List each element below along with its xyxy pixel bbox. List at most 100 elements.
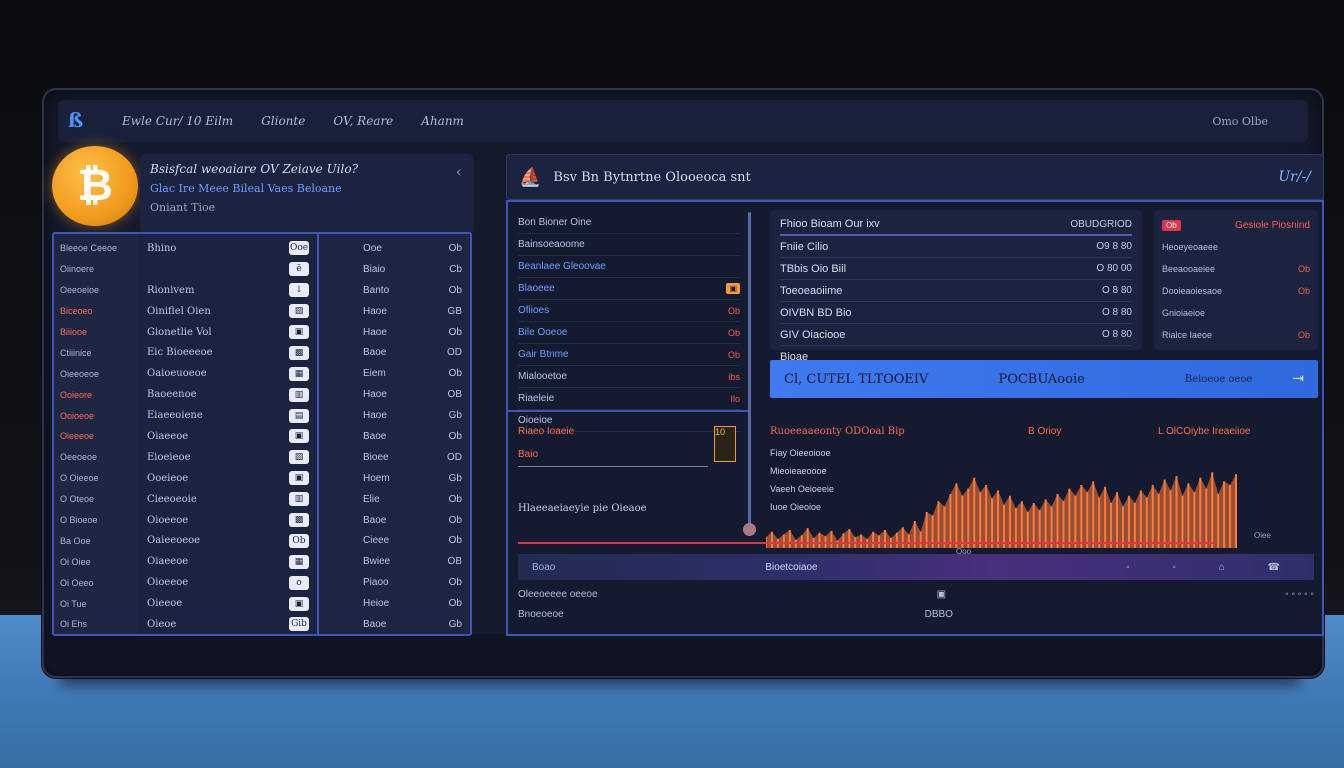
- table-row[interactable]: Banto Ob: [327, 280, 462, 301]
- cta-primary-label[interactable]: Cl, CUTEL TLTOOEIV: [784, 372, 928, 387]
- list-item[interactable]: Gnioiaeioe: [1162, 302, 1310, 324]
- collapse-chevron-icon[interactable]: ‹: [456, 162, 462, 181]
- list-item[interactable]: Bon Bioner Oine: [518, 212, 740, 234]
- table-row[interactable]: Oi Oiee: [60, 551, 133, 572]
- asset-icon[interactable]: ▩: [289, 345, 309, 360]
- nav-item-1[interactable]: Ewle Cur/ 10 Eilm: [122, 114, 233, 128]
- slider-knob[interactable]: [743, 523, 756, 536]
- table-row[interactable]: Gionetlie Vol ▣: [147, 322, 309, 343]
- alert-tag[interactable]: Ob: [1162, 219, 1181, 231]
- list-item[interactable]: Toeoeaoiime O 8 80: [780, 280, 1132, 302]
- table-row[interactable]: Haoe Ob: [327, 322, 462, 343]
- table-row[interactable]: Baoeenoe ▥: [147, 384, 309, 405]
- table-row[interactable]: Haoe OB: [327, 384, 462, 405]
- table-row[interactable]: Haoe GB: [327, 301, 462, 322]
- table-row[interactable]: Ooe Ob: [327, 238, 462, 259]
- asset-icon[interactable]: ▣: [289, 325, 309, 339]
- table-row[interactable]: Eic Bioeeeoe ▩: [147, 342, 309, 363]
- table-row[interactable]: Haoe Gb: [327, 405, 462, 426]
- asset-icon[interactable]: ▨: [289, 304, 309, 319]
- app-logo-icon[interactable]: ß: [68, 108, 94, 134]
- table-row[interactable]: Rionivem ↓: [147, 280, 309, 301]
- header-action[interactable]: Ur/-/: [1278, 169, 1311, 185]
- asset-icon[interactable]: ▥: [289, 387, 309, 402]
- table-row[interactable]: Ooeieoe ▣: [147, 468, 309, 489]
- table-row[interactable]: ë: [147, 259, 309, 280]
- list-item[interactable]: Blaoeee ▣: [518, 278, 740, 300]
- nav-item-3[interactable]: OV, Reare: [333, 114, 393, 128]
- trade-action-bar[interactable]: Cl, CUTEL TLTOOEIV POCBUAooie Beioeoe oe…: [770, 360, 1318, 398]
- asset-icon[interactable]: o: [289, 575, 309, 590]
- table-row[interactable]: Oioeeoe ▩: [147, 510, 309, 531]
- table-row[interactable]: Bioee OD: [327, 447, 462, 468]
- list-item[interactable]: Riaeleie Ilo: [518, 388, 740, 410]
- table-row[interactable]: Baoe Ob: [327, 426, 462, 447]
- asset-icon[interactable]: Ooe: [289, 241, 309, 256]
- list-item[interactable]: TBbis Oio Biil O 80 00: [780, 258, 1132, 280]
- asset-icon[interactable]: Gib: [289, 617, 309, 632]
- table-row[interactable]: Bhino Ooe: [147, 238, 309, 259]
- table-row[interactable]: Oaioeuoeoe ▦: [147, 363, 309, 384]
- table-row[interactable]: Cieee Ob: [327, 530, 462, 551]
- list-item[interactable]: Bile Ooeoe Ob: [518, 322, 740, 344]
- table-row[interactable]: O Oieeoe: [60, 468, 133, 489]
- table-row[interactable]: Ctiiinice: [60, 342, 133, 363]
- list-item[interactable]: Beanlaee Gleoovae: [518, 256, 740, 278]
- list-item[interactable]: Dooieaoiesaoe Ob: [1162, 280, 1310, 302]
- table-row[interactable]: Biceoeo: [60, 301, 133, 322]
- asset-icon[interactable]: ▥: [289, 492, 309, 507]
- table-row[interactable]: Baoe OD: [327, 342, 462, 363]
- list-item[interactable]: Fniie Cilio O9 8 80: [780, 236, 1132, 258]
- table-row[interactable]: Bwiee OB: [327, 551, 462, 572]
- table-row[interactable]: Ooioeoe: [60, 405, 133, 426]
- arrow-icon[interactable]: ⇥: [1292, 371, 1304, 387]
- table-row[interactable]: Oieeoe ▣: [147, 593, 309, 614]
- table-row[interactable]: Ba Ooe: [60, 530, 133, 551]
- table-row[interactable]: Baoe Ob: [327, 510, 462, 531]
- list-item[interactable]: Fhioo Bioam Our ixv OBUDGRIOD: [780, 214, 1132, 236]
- asset-icon[interactable]: ↓: [289, 283, 309, 298]
- toolbar-mid-label[interactable]: Bioetcoiaoe: [765, 562, 817, 573]
- asset-icon[interactable]: ▣: [289, 471, 309, 486]
- table-row[interactable]: Oeeoeoe: [60, 447, 133, 468]
- table-row[interactable]: Oieeoeoe: [60, 363, 133, 384]
- vertical-slider[interactable]: [743, 212, 756, 536]
- table-row[interactable]: Cieeoeoie ▥: [147, 489, 309, 510]
- asset-icon[interactable]: ▣: [289, 596, 309, 611]
- list-item[interactable]: Mialooetoe ibs: [518, 366, 740, 388]
- asset-icon[interactable]: ▤: [289, 408, 309, 423]
- table-row[interactable]: Oioeeoe o: [147, 572, 309, 593]
- table-row[interactable]: Oiaeeoe ▦: [147, 551, 309, 572]
- list-item[interactable]: Rialce Iaeoe Ob: [1162, 324, 1310, 346]
- table-row[interactable]: Oeeoeioe: [60, 280, 133, 301]
- list-item[interactable]: Ofiioes Ob: [518, 300, 740, 322]
- table-row[interactable]: Oieoe Gib: [147, 614, 309, 635]
- asset-icon[interactable]: Ob: [289, 533, 309, 548]
- account-menu[interactable]: Omo Olbe: [1212, 115, 1268, 128]
- table-row[interactable]: Oaieeoeoe Ob: [147, 530, 309, 551]
- cta-secondary-label[interactable]: POCBUAooie: [998, 372, 1084, 387]
- toolbar-left-label[interactable]: Boao: [532, 562, 555, 573]
- table-row[interactable]: Eiaeeoiene ▤: [147, 405, 309, 426]
- table-row[interactable]: Oi Ehs: [60, 614, 133, 635]
- table-row[interactable]: O Bioeoe: [60, 510, 133, 531]
- summary-subtitle[interactable]: Glac Ire Meee Bileal Vaes Beloane: [150, 182, 464, 195]
- table-row[interactable]: Eioeieoe ▨: [147, 447, 309, 468]
- table-row[interactable]: O Oteoe: [60, 489, 133, 510]
- table-row[interactable]: Elie Ob: [327, 489, 462, 510]
- nav-item-4[interactable]: Ahanm: [421, 114, 464, 128]
- table-row[interactable]: Oi Oeeo: [60, 572, 133, 593]
- table-row[interactable]: Baoe Gb: [327, 614, 462, 635]
- table-row[interactable]: Biiiooe: [60, 322, 133, 343]
- asset-icon[interactable]: ▦: [289, 366, 309, 381]
- list-item[interactable]: OIVBN BD Bio O 8 80: [780, 302, 1132, 324]
- table-row[interactable]: Eiem Ob: [327, 363, 462, 384]
- toolbar-icons[interactable]: ◦ ◦ ⌂ ☎: [1126, 562, 1300, 573]
- list-item[interactable]: Oleeoeeee oeeoe ▣ ◦ ◦ ◦ ◦ ◦: [518, 584, 1314, 604]
- list-item[interactable]: GIV Oiaciooe O 8 80: [780, 324, 1132, 346]
- table-row[interactable]: Oiniflel Oien ▨: [147, 301, 309, 322]
- asset-icon[interactable]: ▩: [289, 513, 309, 528]
- table-row[interactable]: Ooieore: [60, 384, 133, 405]
- price-chart[interactable]: Ooo Oiee: [766, 428, 1318, 554]
- asset-icon[interactable]: ▨: [289, 450, 309, 465]
